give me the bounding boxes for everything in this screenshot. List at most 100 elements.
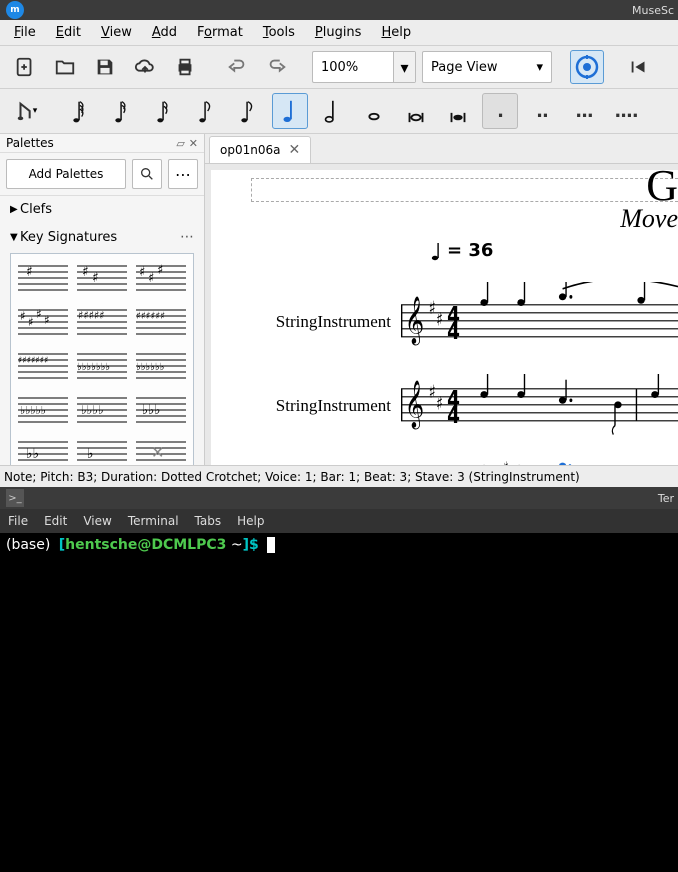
note-input-mode-button[interactable]: ▾ — [8, 93, 44, 129]
keysig-4flat[interactable]: ♭♭♭♭ — [74, 390, 129, 430]
menu-tools[interactable]: Tools — [253, 22, 305, 43]
term-menu-edit[interactable]: Edit — [44, 514, 67, 528]
note-whole-button[interactable] — [356, 93, 392, 129]
palette-more-button[interactable]: ⋯ — [168, 159, 198, 189]
print-button[interactable] — [168, 50, 202, 84]
palettes-close-icon[interactable]: ✕ — [189, 137, 198, 150]
palettes-pane: Palettes ▱✕ Add Palettes ⋯ ▶ Clefs ▼ Key… — [0, 134, 205, 465]
svg-text:♯: ♯ — [503, 460, 509, 465]
keysig-1sharp[interactable]: ♯ — [15, 258, 70, 298]
status-bar: Note; Pitch: B3; Duration: Dotted Crotch… — [0, 465, 678, 487]
score-area: op01n06a ✕ G Move = 36 StringInstrument — [205, 134, 678, 465]
keysig-7flat[interactable]: ♭♭♭♭♭♭♭ — [74, 346, 129, 386]
svg-text:♭♭♭: ♭♭♭ — [142, 403, 160, 418]
note-breve-button[interactable] — [398, 93, 434, 129]
term-menu-file[interactable]: File — [8, 514, 28, 528]
palettes-controls: Add Palettes ⋯ — [0, 153, 204, 196]
musescore-logo-icon: m — [6, 1, 24, 19]
zoom-dropdown-icon[interactable]: ▾ — [393, 52, 415, 82]
menu-file[interactable]: File — [4, 22, 46, 43]
keysig-more-icon[interactable]: ⋯ — [180, 229, 194, 245]
svg-text:♯: ♯ — [429, 381, 436, 402]
term-menu-tabs[interactable]: Tabs — [195, 514, 222, 528]
note-half-button[interactable] — [314, 93, 350, 129]
open-file-button[interactable] — [48, 50, 82, 84]
musescore-app-name: MuseSc — [632, 4, 674, 17]
note-8th-button-2[interactable] — [230, 93, 266, 129]
menu-add[interactable]: Add — [142, 22, 187, 43]
undo-button[interactable] — [220, 50, 254, 84]
document-tab[interactable]: op01n06a ✕ — [209, 136, 311, 163]
close-tab-icon[interactable]: ✕ — [288, 142, 300, 158]
note-32nd-button[interactable] — [104, 93, 140, 129]
new-file-button[interactable] — [8, 50, 42, 84]
keysig-6sharp[interactable]: ♯♯♯♯♯♯ — [134, 302, 189, 342]
rewind-button[interactable] — [622, 50, 656, 84]
terminal-titlebar: >_ Ter — [0, 487, 678, 509]
cloud-upload-button[interactable] — [128, 50, 162, 84]
prompt-userhost: hentsche@DCMLPC3 — [65, 537, 226, 553]
concert-pitch-button[interactable] — [570, 50, 604, 84]
title-frame[interactable] — [251, 178, 678, 202]
note-8th-button[interactable] — [188, 93, 224, 129]
svg-text:♯♯♯♯♯♯: ♯♯♯♯♯♯ — [136, 311, 165, 322]
term-menu-view[interactable]: View — [83, 514, 111, 528]
menu-plugins[interactable]: Plugins — [305, 22, 372, 43]
staff-row-1[interactable]: StringInstrument 𝄞 ♯♯ 44 — [251, 280, 678, 364]
palette-section-keysig[interactable]: ▼ Key Signatures ⋯ — [0, 223, 204, 251]
note-16th-button[interactable] — [146, 93, 182, 129]
zoom-control[interactable]: 100% ▾ — [312, 51, 416, 83]
palette-search-button[interactable] — [132, 159, 162, 189]
menu-view[interactable]: View — [91, 22, 142, 43]
quadruple-dot-button[interactable]: .... — [608, 93, 644, 129]
keysig-6flat[interactable]: ♭♭♭♭♭♭ — [134, 346, 189, 386]
svg-text:𝄞: 𝄞 — [405, 379, 425, 430]
view-mode-select[interactable]: Page View ▾ — [422, 51, 552, 83]
prompt-dollar: $ — [249, 537, 259, 553]
terminal-menubar: File Edit View Terminal Tabs Help — [0, 509, 678, 533]
term-menu-help[interactable]: Help — [237, 514, 264, 528]
triple-dot-button[interactable]: ... — [566, 93, 602, 129]
double-dot-button[interactable]: .. — [524, 93, 560, 129]
keysig-3flat[interactable]: ♭♭♭ — [134, 390, 189, 430]
note-quarter-button[interactable] — [272, 93, 308, 129]
note-longa-button[interactable] — [440, 93, 476, 129]
zoom-value[interactable]: 100% — [313, 52, 393, 82]
keysig-2sharp[interactable]: ♯♯ — [74, 258, 129, 298]
staff-group: StringInstrument 𝄞 ♯♯ 44 — [251, 280, 678, 465]
save-button[interactable] — [88, 50, 122, 84]
palette-keysig-label: Key Signatures — [20, 230, 180, 245]
score-canvas[interactable]: G Move = 36 StringInstrument 𝄞 ♯♯ 44 — [211, 170, 678, 465]
menu-format[interactable]: Format — [187, 22, 253, 43]
keysig-3sharp[interactable]: ♯♯♯ — [134, 258, 189, 298]
staff-row-3[interactable]: StringInstrument 𝄢 ♯♯ 44 ♯ — [251, 448, 678, 465]
menu-help[interactable]: Help — [371, 22, 421, 43]
term-menu-terminal[interactable]: Terminal — [128, 514, 179, 528]
tempo-marking[interactable]: = 36 — [431, 240, 493, 261]
palettes-undock-icon[interactable]: ▱ — [176, 137, 184, 150]
keysig-5sharp[interactable]: ♯♯♯♯♯ — [74, 302, 129, 342]
add-palettes-button[interactable]: Add Palettes — [6, 159, 126, 189]
svg-text:𝄞: 𝄞 — [405, 295, 425, 346]
palette-section-clefs[interactable]: ▶ Clefs — [0, 196, 204, 223]
svg-text:♭♭♭♭♭♭♭: ♭♭♭♭♭♭♭ — [77, 362, 110, 373]
svg-text:♯♯♯♯♯: ♯♯♯♯♯ — [78, 309, 105, 322]
svg-text:♯: ♯ — [82, 264, 89, 280]
svg-text:♭: ♭ — [87, 446, 94, 462]
svg-text:4: 4 — [447, 318, 460, 344]
toolbar-note-input: ▾ . .. ... .... — [0, 89, 678, 134]
svg-text:♯: ♯ — [429, 297, 436, 318]
chevron-down-icon: ▾ — [536, 60, 543, 75]
terminal-body[interactable]: (base) [hentsche@DCMLPC3 ~]$ — [0, 533, 678, 872]
dot-button[interactable]: . — [482, 93, 518, 129]
staff-row-2[interactable]: StringInstrument 𝄞 ♯♯ 44 — [251, 364, 678, 448]
menu-edit[interactable]: Edit — [46, 22, 91, 43]
note-64th-button[interactable] — [62, 93, 98, 129]
keysig-4sharp[interactable]: ♯♯♯♯ — [15, 302, 70, 342]
keysig-7sharp[interactable]: ♯♯♯♯♯♯♯ — [15, 346, 70, 386]
keysig-5flat[interactable]: ♭♭♭♭♭ — [15, 390, 70, 430]
svg-text:♯: ♯ — [157, 263, 163, 278]
terminal-cursor — [267, 537, 275, 553]
redo-button[interactable] — [260, 50, 294, 84]
score-subtitle[interactable]: Move — [620, 204, 678, 234]
